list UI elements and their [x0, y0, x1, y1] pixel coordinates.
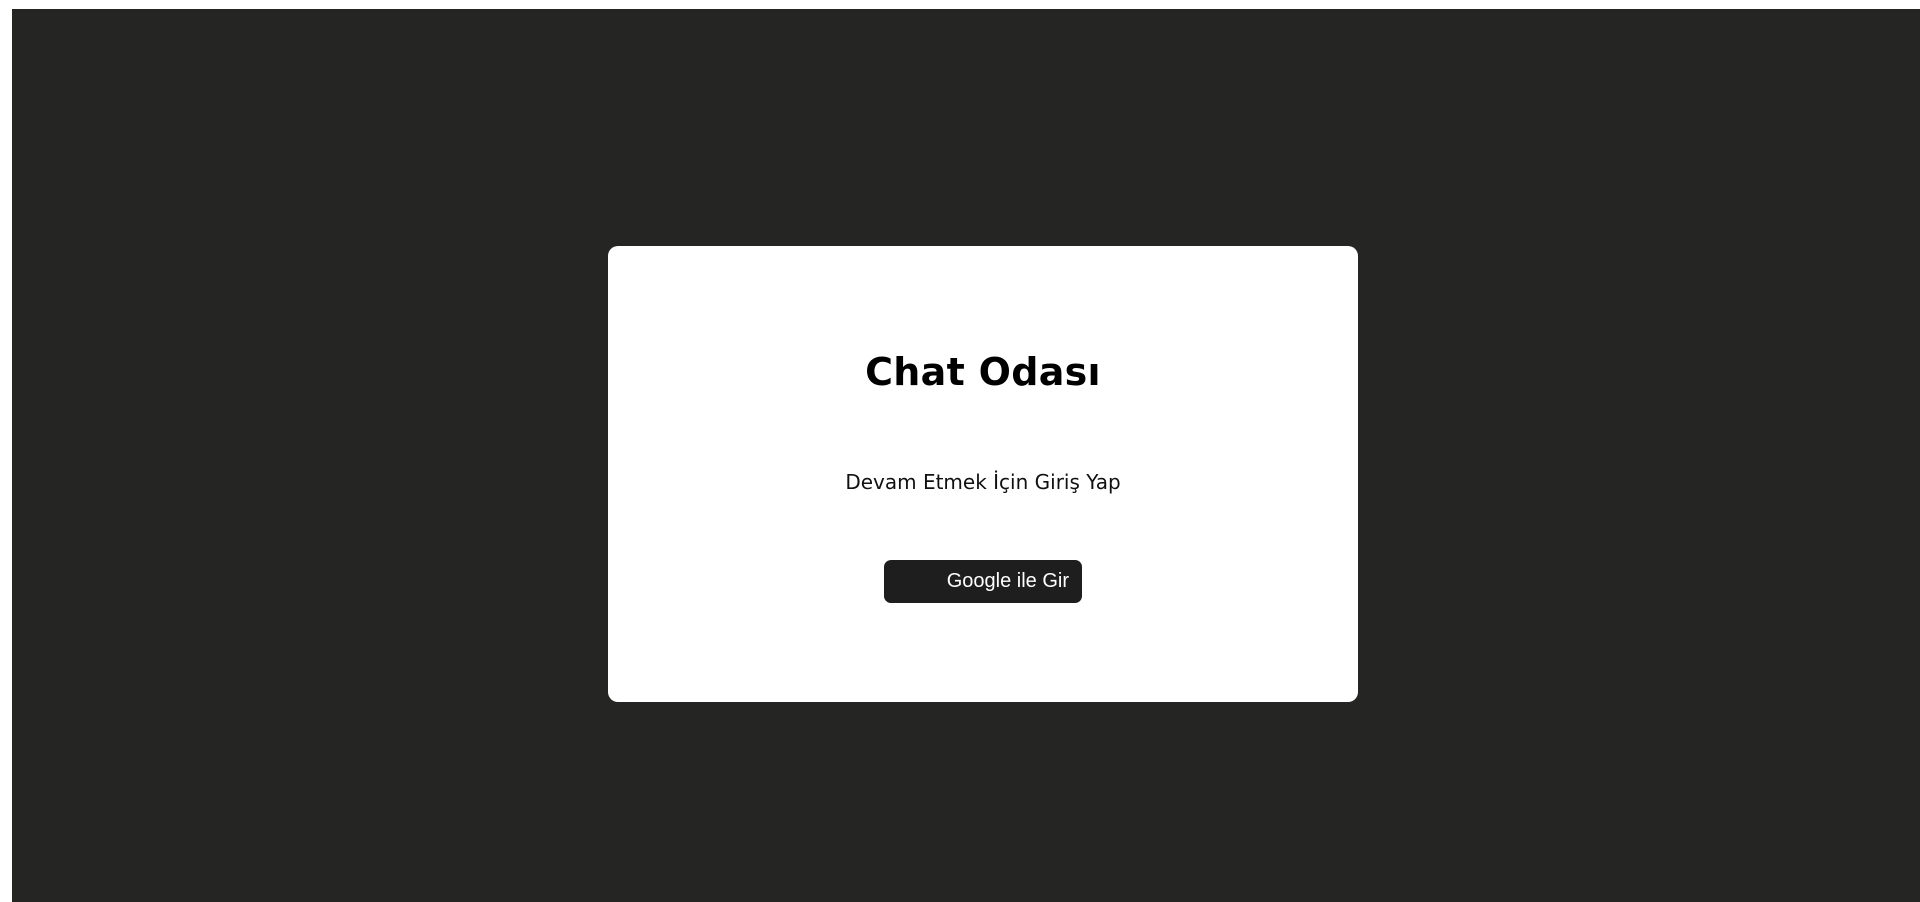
google-login-label: Google ile Gir — [946, 570, 1069, 592]
login-card: Chat Odası Devam Etmek İçin Giriş Yap Go… — [608, 246, 1358, 702]
page-title: Chat Odası — [865, 350, 1101, 394]
google-login-button[interactable]: Google ile Gir — [884, 560, 1082, 603]
google-icon — [908, 571, 930, 593]
login-subtitle: Devam Etmek İçin Giriş Yap — [845, 470, 1121, 494]
page-background: Chat Odası Devam Etmek İçin Giriş Yap Go… — [12, 9, 1920, 902]
